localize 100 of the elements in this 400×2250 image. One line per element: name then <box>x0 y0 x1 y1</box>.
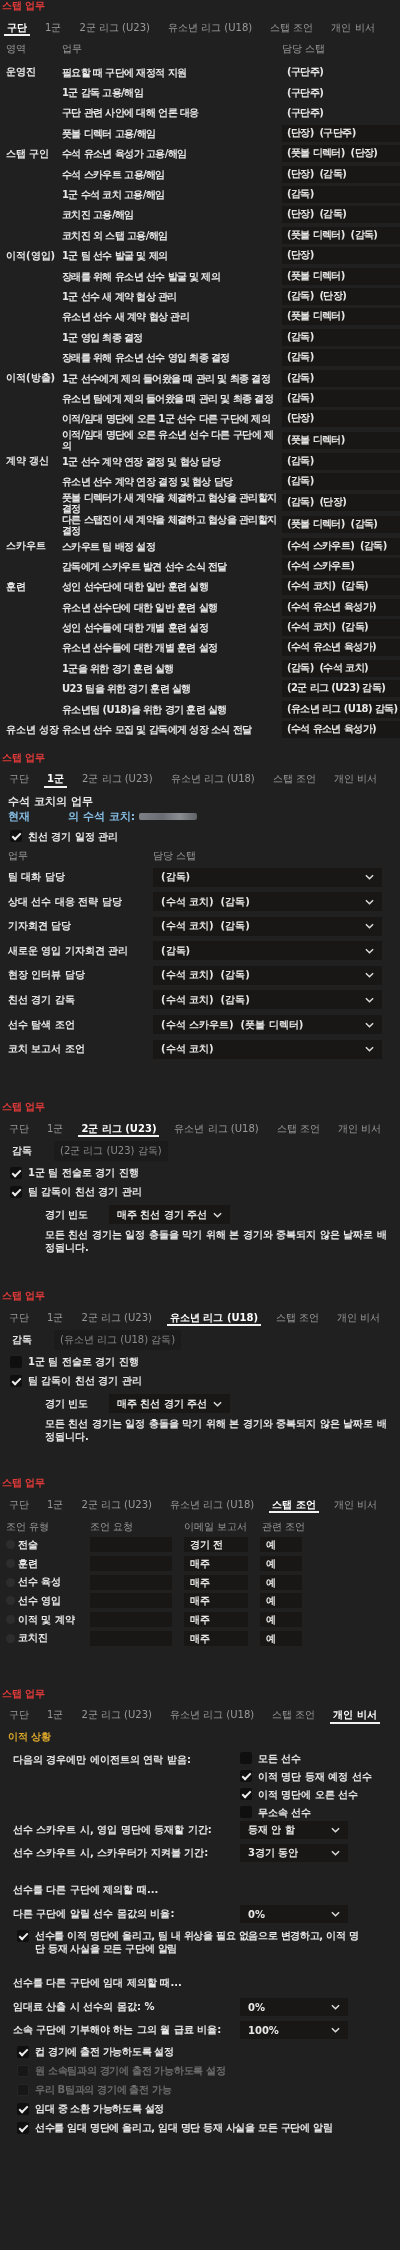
staff-field[interactable]: (풋볼 디렉터) (단장) <box>282 145 400 163</box>
dropdown[interactable]: 0% <box>240 1998 348 2017</box>
dropdown[interactable]: 등재 안 함 <box>240 1821 348 1840</box>
staff-field[interactable]: (수석 유소년 육성가) <box>282 639 400 657</box>
staff-field[interactable]: (감독) (단장) <box>282 494 400 512</box>
tab[interactable]: 2군 리그 (U23) <box>78 1121 160 1138</box>
checkbox[interactable] <box>17 2102 29 2115</box>
tab[interactable]: 유소년 리그 (U18) <box>166 1707 258 1724</box>
tab[interactable]: 2군 리그 (U23) <box>78 771 156 788</box>
staff-field[interactable]: (수석 코치) (감독) <box>282 619 400 637</box>
checkbox[interactable] <box>10 1166 22 1179</box>
tab[interactable]: 1군 <box>44 1707 67 1724</box>
tab[interactable]: 유소년 리그 (U18) <box>167 771 258 788</box>
email-field[interactable]: 매주 <box>184 1574 248 1590</box>
checkbox[interactable] <box>10 1374 22 1387</box>
email-field[interactable]: 매주 <box>184 1556 248 1571</box>
staff-field[interactable]: (단장) <box>282 247 400 265</box>
staff-field[interactable]: (풋볼 디렉터) <box>282 267 400 285</box>
tab[interactable]: 구단 <box>6 1707 32 1724</box>
related-field[interactable]: 예 <box>260 1593 302 1609</box>
staff-field[interactable]: (수석 스카우트) (감독) <box>282 537 400 555</box>
tab[interactable]: 스탭 조언 <box>269 1707 319 1724</box>
tab[interactable]: 스탭 조언 <box>273 1310 323 1327</box>
tab[interactable]: 1군 <box>44 1310 67 1327</box>
tab[interactable]: 개인 비서 <box>330 1707 380 1724</box>
tab[interactable]: 2군 리그 (U23) <box>76 20 153 36</box>
dropdown[interactable]: 3경기 동안 <box>240 1844 348 1863</box>
tab[interactable]: 2군 리그 (U23) <box>78 1707 155 1724</box>
tab[interactable]: 개인 비서 <box>328 20 378 36</box>
email-field[interactable]: 매주 <box>184 1630 248 1646</box>
tab[interactable]: 스탭 조언 <box>267 20 317 36</box>
staff-field[interactable]: (감독) (단장) <box>282 288 400 305</box>
staff-field[interactable]: (풋볼 디렉터) (감독) <box>282 226 400 244</box>
staff-field[interactable]: (수석 스카우트) <box>282 557 400 575</box>
tab[interactable]: 스탭 조언 <box>269 771 319 788</box>
tab[interactable]: 구단 <box>6 1310 32 1327</box>
email-field[interactable]: 경기 전 <box>184 1537 248 1553</box>
dropdown[interactable]: (수석 코치) (감독) <box>153 965 382 985</box>
checkbox[interactable] <box>17 1929 29 1942</box>
staff-field[interactable]: (2군 리그 (U23) 감독) <box>282 680 400 698</box>
tab[interactable]: 2군 리그 (U23) <box>78 1497 155 1514</box>
staff-field[interactable]: (풋볼 디렉터) (감독) <box>282 516 400 534</box>
tab[interactable]: 유소년 리그 (U18) <box>164 20 256 36</box>
related-field[interactable]: 예 <box>260 1612 302 1628</box>
tab[interactable]: 구단 <box>6 1121 32 1138</box>
dropdown[interactable]: (수석 스카우트) (풋볼 디렉터) <box>153 1015 382 1035</box>
related-field[interactable]: 예 <box>260 1556 302 1571</box>
tab[interactable]: 개인 비서 <box>334 1310 384 1327</box>
staff-field[interactable]: (유소년 리그 (U18) 감독) <box>282 700 400 718</box>
staff-field[interactable]: (단장) <box>282 410 400 428</box>
tab[interactable]: 스탭 조언 <box>269 1497 319 1514</box>
staff-field[interactable]: (수석 코치) (감독) <box>282 578 400 596</box>
staff-field[interactable]: (단장) (구단주) <box>282 124 400 142</box>
checkbox[interactable] <box>10 1185 22 1198</box>
tab[interactable]: 구단 <box>6 1497 32 1514</box>
related-field[interactable]: 예 <box>260 1537 302 1553</box>
staff-field[interactable]: (풋볼 디렉터) <box>282 308 400 326</box>
staff-field[interactable]: (감독) <box>282 389 400 407</box>
checkbox[interactable] <box>17 2121 29 2134</box>
dropdown[interactable]: 0% <box>240 1905 348 1924</box>
related-field[interactable]: 예 <box>260 1574 302 1590</box>
tab[interactable]: 1군 <box>44 1121 67 1138</box>
dropdown[interactable]: (수석 코치) (감독) <box>153 990 382 1010</box>
tab[interactable]: 스탭 조언 <box>273 1121 323 1138</box>
staff-field[interactable]: (수석 유소년 육성가) <box>282 721 400 738</box>
staff-field[interactable]: (감독) <box>282 369 400 387</box>
related-field[interactable]: 예 <box>260 1630 302 1646</box>
tab[interactable]: 개인 비서 <box>330 1497 380 1514</box>
dropdown[interactable]: (감독) <box>153 867 382 887</box>
dropdown[interactable]: 매주 친선 경기 주선 <box>109 1394 231 1414</box>
staff-field[interactable]: (감독) <box>282 328 400 346</box>
checkbox[interactable] <box>10 830 22 843</box>
checkbox[interactable] <box>240 1788 252 1801</box>
email-field[interactable]: 매주 <box>184 1593 248 1609</box>
checkbox[interactable] <box>240 1770 252 1783</box>
tab[interactable]: 1군 <box>44 771 67 788</box>
staff-field[interactable]: (감독) <box>282 349 400 367</box>
staff-field[interactable]: (감독) <box>282 473 400 491</box>
staff-field[interactable]: (단장) (감독) <box>282 165 400 183</box>
staff-field[interactable]: (수석 유소년 육성가) <box>282 598 400 616</box>
tab[interactable]: 유소년 리그 (U18) <box>166 1497 258 1514</box>
dropdown[interactable]: 100% <box>240 2021 348 2040</box>
tab[interactable]: 개인 비서 <box>334 1121 385 1138</box>
tab[interactable]: 유소년 리그 (U18) <box>171 1121 262 1138</box>
dropdown[interactable]: (수석 코치) <box>153 1039 382 1059</box>
staff-field[interactable]: (감독) (수석 코치) <box>282 659 400 677</box>
dropdown[interactable]: (감독) <box>153 941 382 961</box>
dropdown[interactable]: 매주 친선 경기 주선 <box>109 1205 231 1225</box>
staff-field[interactable]: (단장) (감독) <box>282 206 400 224</box>
dropdown[interactable]: (수석 코치) (감독) <box>153 916 382 936</box>
tab[interactable]: 2군 리그 (U23) <box>78 1310 155 1327</box>
checkbox[interactable] <box>17 2045 29 2058</box>
dropdown[interactable]: (수석 코치) (감독) <box>153 892 382 912</box>
tab[interactable]: 1군 <box>44 1497 67 1514</box>
staff-field[interactable]: (감독) <box>282 186 400 204</box>
tab[interactable]: 구단 <box>6 771 32 788</box>
staff-field[interactable]: (감독) <box>282 452 400 470</box>
tab[interactable]: 1군 <box>42 20 65 36</box>
tab[interactable]: 구단 <box>4 20 30 36</box>
email-field[interactable]: 매주 <box>184 1612 248 1628</box>
